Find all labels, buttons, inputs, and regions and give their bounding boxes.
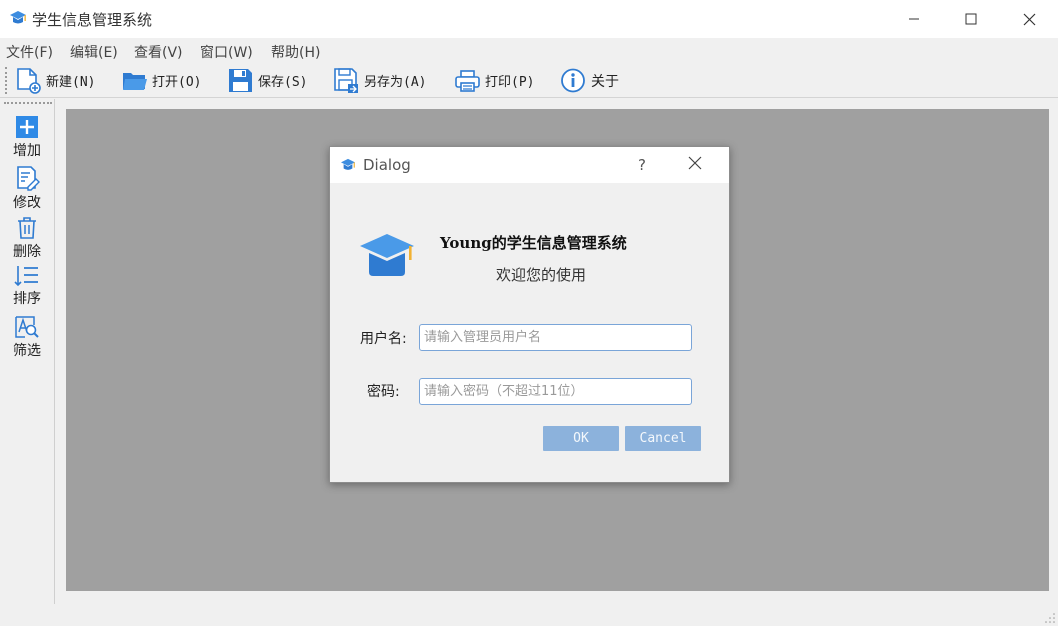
menu-bar: 文件(F) 编辑(E) 查看(V) 窗口(W) 帮助(H): [0, 38, 1058, 63]
cancel-button[interactable]: Cancel: [625, 426, 701, 451]
add-label: 增加: [13, 143, 41, 159]
minimize-button[interactable]: [884, 0, 944, 38]
menu-help[interactable]: 帮助(H): [271, 42, 320, 62]
edit-icon: [17, 166, 40, 191]
print-icon: [455, 69, 480, 92]
save-button[interactable]: 保存(S): [227, 65, 307, 96]
main-window: 学生信息管理系统 文件(F) 编辑(E) 查看(V) 窗口(W) 帮助(H) 新…: [0, 0, 1058, 626]
graduation-cap-icon: [341, 158, 355, 170]
menu-view[interactable]: 查看(V): [134, 42, 183, 62]
save-as-icon: [334, 67, 358, 93]
sidebar-grip[interactable]: [4, 102, 52, 104]
open-label: 打开(O): [152, 75, 202, 90]
print-button[interactable]: 打印(P): [454, 65, 534, 96]
about-button[interactable]: 关于: [560, 65, 619, 96]
toolbar-grip[interactable]: [5, 67, 8, 94]
ok-button[interactable]: OK: [543, 426, 619, 451]
title-bar: 学生信息管理系统: [0, 0, 1058, 38]
add-button[interactable]: 增加: [2, 115, 52, 160]
delete-icon: [18, 217, 36, 239]
open-folder-icon: [123, 72, 147, 90]
maximize-button[interactable]: [941, 0, 1001, 38]
window-title: 学生信息管理系统: [32, 11, 153, 29]
delete-label: 删除: [13, 244, 41, 260]
dialog-subheading: 欢迎您的使用: [496, 266, 587, 284]
menu-file[interactable]: 文件(F): [6, 42, 53, 62]
save-icon: [229, 69, 252, 92]
new-file-icon: [17, 67, 41, 94]
sort-button[interactable]: 排序: [2, 264, 52, 308]
sort-icon: [14, 266, 38, 287]
menu-window[interactable]: 窗口(W): [200, 42, 253, 62]
help-button[interactable]: ?: [632, 156, 652, 174]
close-icon: [1023, 13, 1035, 25]
new-label: 新建(N): [46, 75, 96, 90]
new-button[interactable]: 新建(N): [15, 65, 95, 96]
dialog-title: Dialog: [363, 156, 411, 174]
filter-icon: [15, 316, 39, 338]
maximize-icon: [965, 13, 977, 25]
filter-label: 筛选: [13, 343, 41, 359]
dialog-heading: Young的学生信息管理系统: [440, 234, 627, 252]
about-label: 关于: [591, 73, 619, 90]
print-label: 打印(P): [485, 75, 535, 90]
password-label: 密码:: [367, 384, 400, 400]
dialog-title-bar: Dialog ?: [330, 147, 729, 183]
graduation-cap-icon: [10, 11, 26, 24]
info-icon: [561, 68, 585, 93]
username-input[interactable]: [419, 324, 692, 351]
password-input[interactable]: [419, 378, 692, 405]
main-toolbar: 新建(N) 打开(O) 保存(S) 另存为(A) 打印(P) 关于: [0, 63, 1058, 98]
edit-label: 修改: [13, 195, 41, 211]
save-as-button[interactable]: 另存为(A): [333, 65, 426, 96]
menu-edit[interactable]: 编辑(E): [70, 42, 118, 62]
open-button[interactable]: 打开(O): [121, 65, 201, 96]
side-toolbar: 增加 修改 删除 排序 筛选: [0, 99, 55, 604]
filter-button[interactable]: 筛选: [2, 315, 52, 360]
close-button[interactable]: [999, 0, 1058, 38]
login-dialog: Dialog ? Young的学生信息管理系统 欢迎您的使用 用户名: 密码: …: [329, 146, 730, 483]
minimize-icon: [909, 18, 919, 20]
dialog-close-icon[interactable]: [688, 156, 702, 170]
size-grip-icon[interactable]: [1044, 612, 1056, 624]
save-label: 保存(S): [258, 75, 308, 90]
sort-label: 排序: [13, 291, 41, 307]
graduation-cap-logo-icon: [360, 234, 414, 276]
username-label: 用户名:: [360, 331, 407, 347]
save-as-label: 另存为(A): [364, 75, 427, 90]
edit-button[interactable]: 修改: [2, 165, 52, 212]
delete-button[interactable]: 删除: [2, 216, 52, 261]
add-icon: [16, 116, 38, 138]
